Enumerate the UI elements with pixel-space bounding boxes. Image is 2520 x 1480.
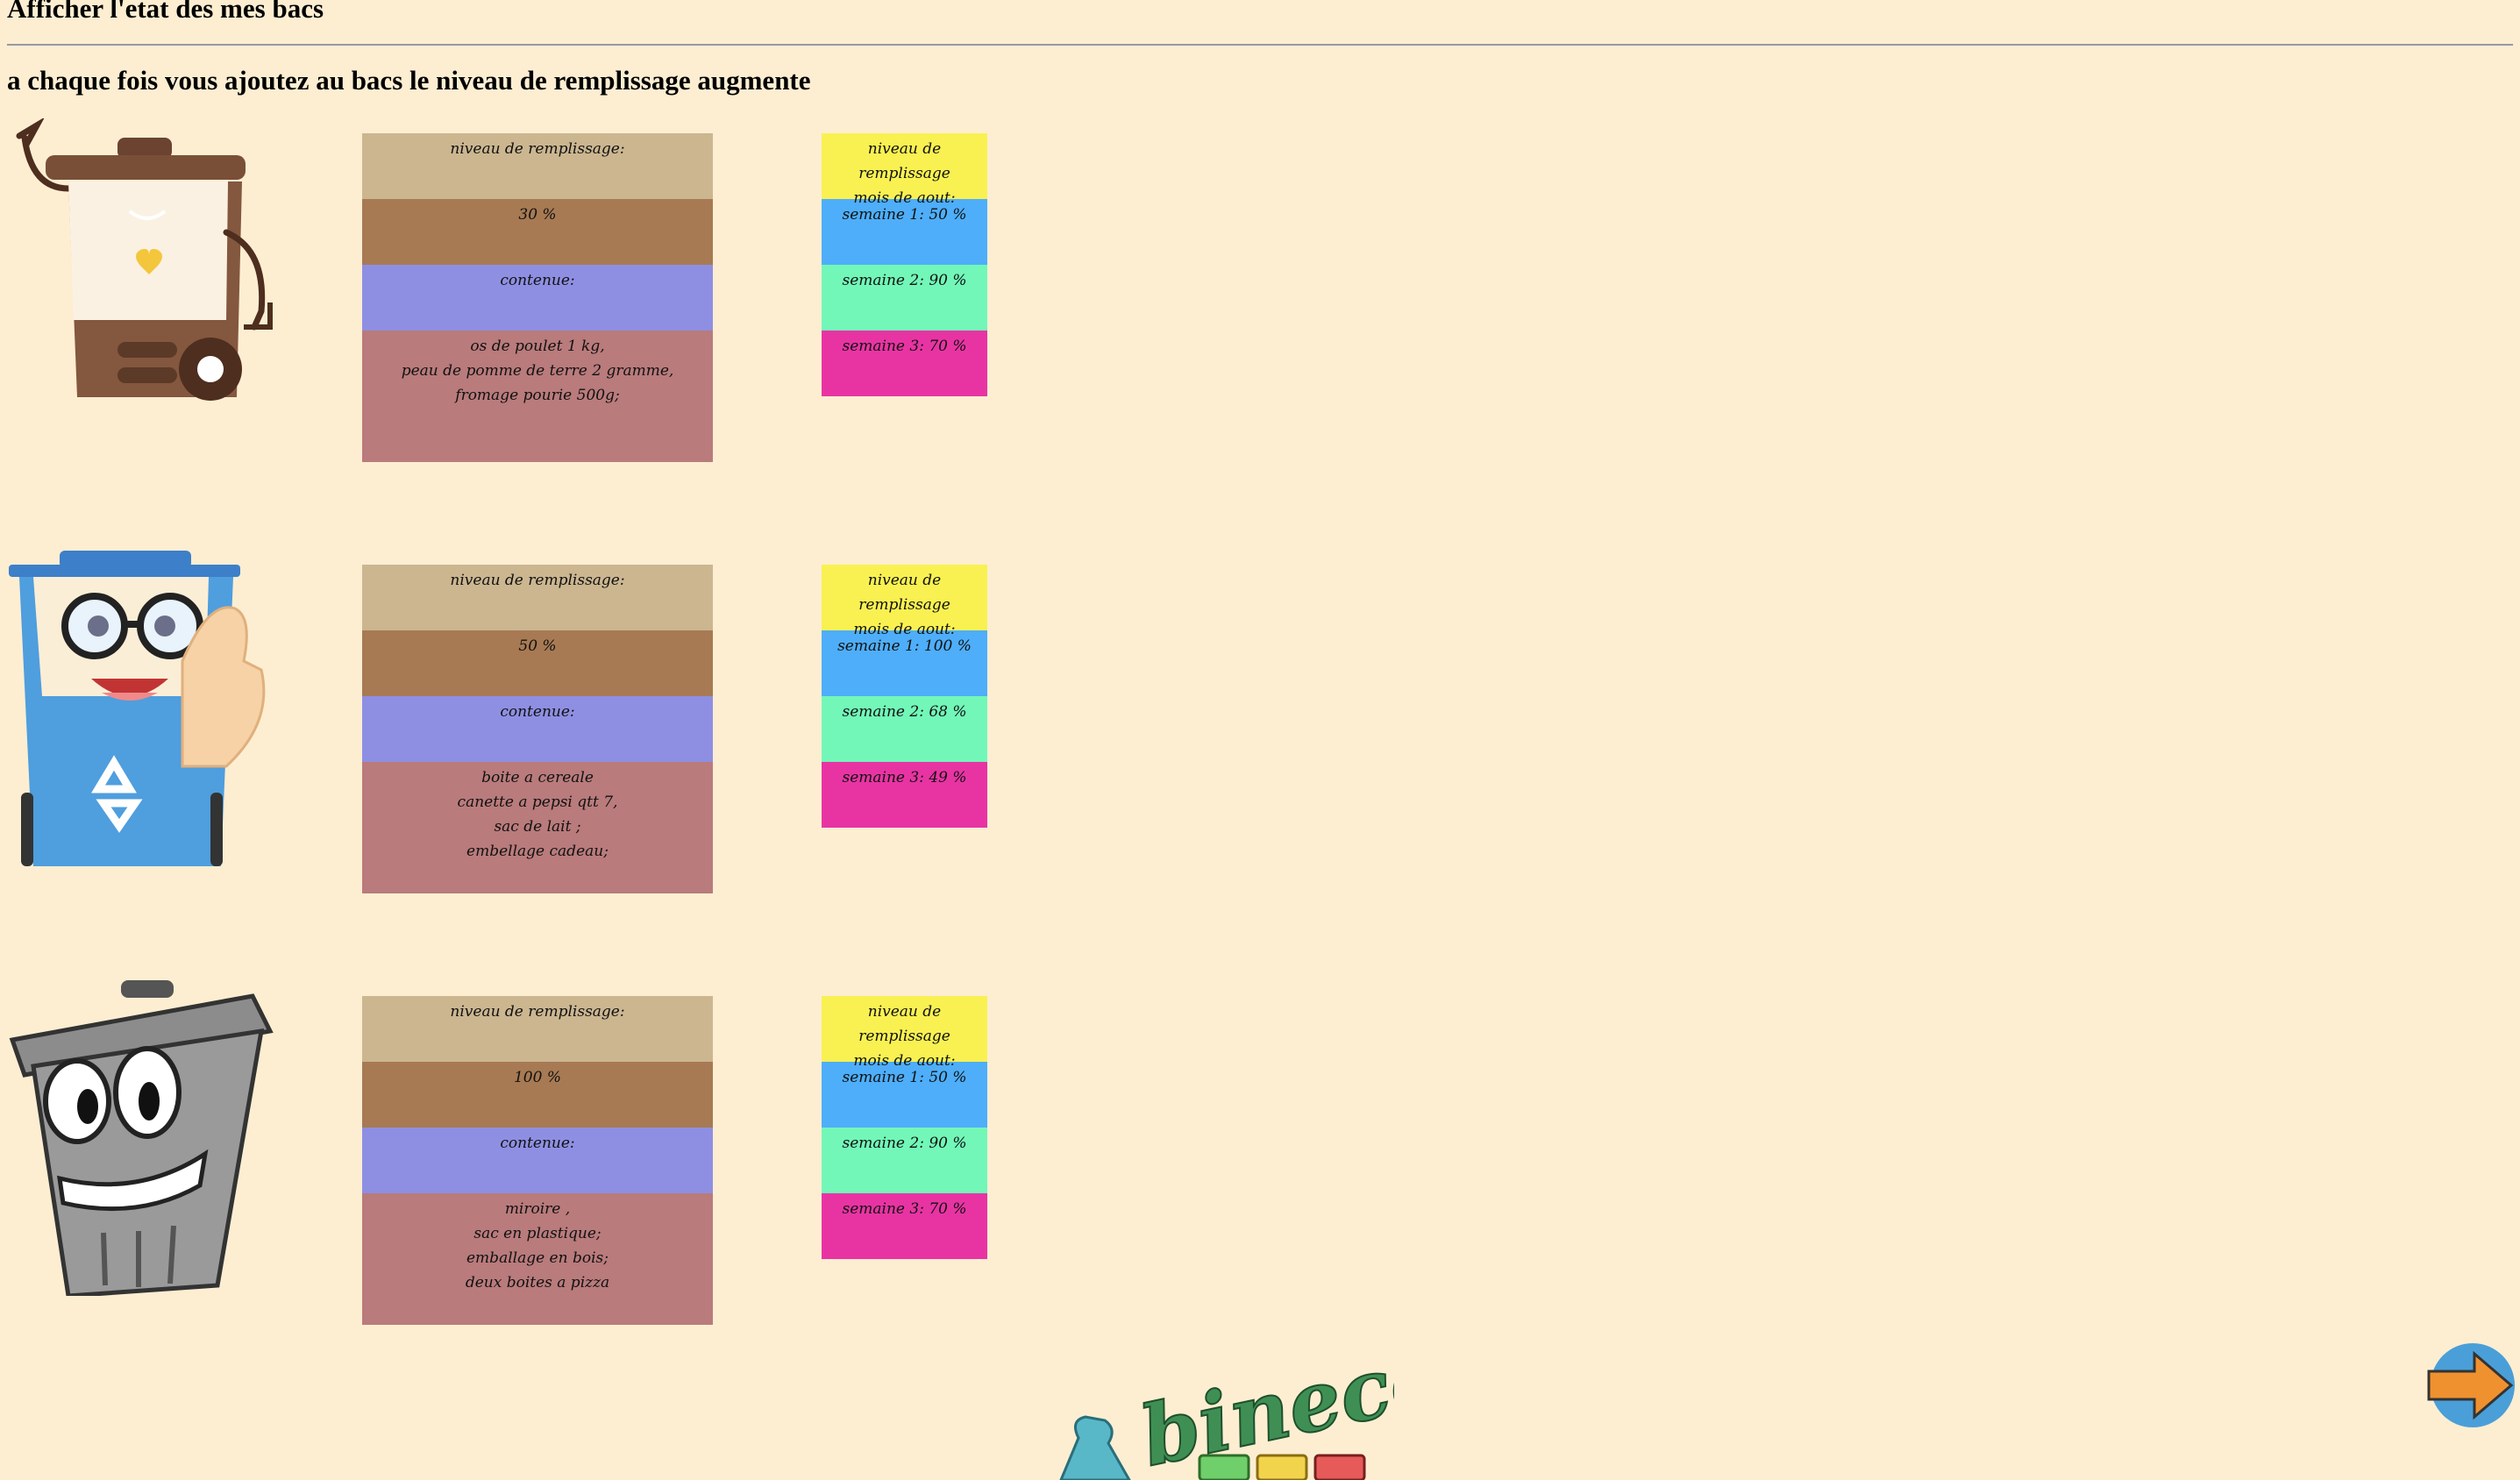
content-item: miroire , <box>504 1200 571 1218</box>
blue-recycling-bin-image <box>9 551 266 866</box>
next-page-button[interactable] <box>2425 1341 2515 1429</box>
bin-1-weekly-table: niveau de remplissage mois de aout: sema… <box>822 133 987 396</box>
week-2-level: semaine 2: 90 % <box>822 1128 987 1193</box>
bin-3-weekly-table: niveau de remplissage mois de aout: sema… <box>822 996 987 1259</box>
content-item: peau de pomme de terre 2 gramme, <box>401 362 674 380</box>
month-header: niveau de remplissage mois de aout: <box>822 565 987 638</box>
arrow-right-icon <box>2427 1343 2515 1427</box>
brown-compost-bin-image <box>16 118 273 401</box>
week-1-level: semaine 1: 50 % <box>822 1062 987 1128</box>
grey-trash-can-image <box>9 980 274 1296</box>
fill-level-value: 100 % <box>362 1062 713 1128</box>
week-3-level: semaine 3: 70 % <box>822 1193 987 1259</box>
content-item: boite a cereale <box>481 769 594 786</box>
fill-level-label: niveau de remplissage: <box>362 996 713 1062</box>
content-label: contenue: <box>362 696 713 762</box>
bin-2-info-table: niveau de remplissage: 50 % contenue: bo… <box>362 565 713 893</box>
month-header-line-1: niveau de remplissage <box>858 572 950 614</box>
week-2-level: semaine 2: 90 % <box>822 265 987 331</box>
content-label: contenue: <box>362 1128 713 1193</box>
month-header-line-1: niveau de remplissage <box>858 1003 950 1045</box>
horizontal-rule <box>7 44 2513 46</box>
content-list: os de poulet 1 kg, peau de pomme de terr… <box>362 331 713 462</box>
content-item: canette a pepsi qtt 7, <box>457 793 618 811</box>
week-3-level: semaine 3: 70 % <box>822 331 987 396</box>
content-item: sac de lait ; <box>494 818 581 836</box>
month-header: niveau de remplissage mois de aout: <box>822 996 987 1070</box>
month-header-line-1: niveau de remplissage <box>858 140 950 182</box>
fill-level-value: 50 % <box>362 630 713 696</box>
page-title: Afficher l'etat des mes bacs <box>7 0 324 24</box>
week-3-level: semaine 3: 49 % <box>822 762 987 828</box>
content-item: embellage cadeau; <box>466 843 609 860</box>
bin-1-info-table: niveau de remplissage: 30 % contenue: os… <box>362 133 713 462</box>
fill-level-value: 30 % <box>362 199 713 265</box>
bin-2-weekly-table: niveau de remplissage mois de aout: sema… <box>822 565 987 828</box>
month-header: niveau de remplissage mois de aout: <box>822 133 987 207</box>
content-item: os de poulet 1 kg, <box>470 338 605 355</box>
content-item: fromage pourie 500g; <box>455 387 620 404</box>
content-item: deux boites a pizza <box>465 1274 610 1291</box>
week-1-level: semaine 1: 50 % <box>822 199 987 265</box>
week-1-level: semaine 1: 100 % <box>822 630 987 696</box>
content-item: emballage en bois; <box>466 1249 609 1267</box>
content-list: miroire , sac en plastique; emballage en… <box>362 1193 713 1325</box>
content-item: sac en plastique; <box>473 1225 602 1242</box>
fill-level-label: niveau de remplissage: <box>362 565 713 630</box>
week-2-level: semaine 2: 68 % <box>822 696 987 762</box>
fill-level-label: niveau de remplissage: <box>362 133 713 199</box>
content-list: boite a cereale canette a pepsi qtt 7, s… <box>362 762 713 893</box>
bineco-logo: bineco <box>1059 1341 1394 1480</box>
page-subtitle: a chaque fois vous ajoutez au bacs le ni… <box>7 65 811 96</box>
content-label: contenue: <box>362 265 713 331</box>
bin-3-info-table: niveau de remplissage: 100 % contenue: m… <box>362 996 713 1325</box>
